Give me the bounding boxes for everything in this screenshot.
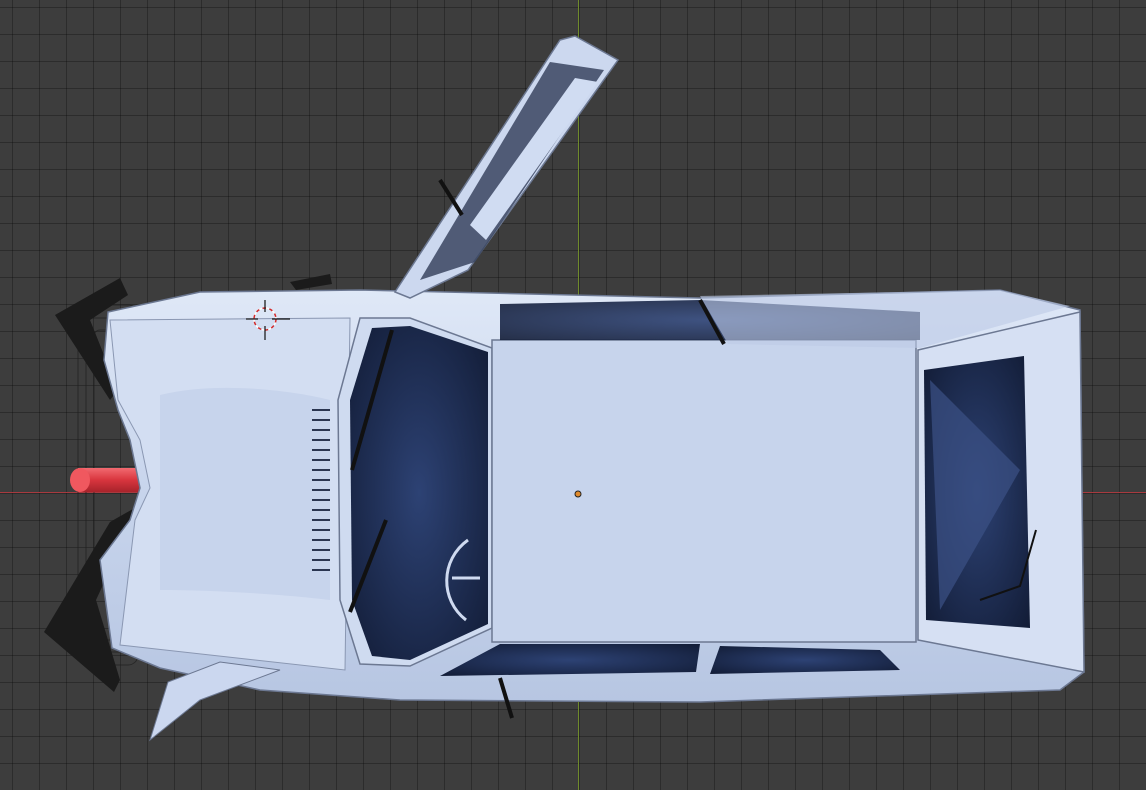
3d-viewport[interactable] (0, 0, 1146, 790)
windshield (337, 317, 493, 667)
front-fender-panel (149, 661, 281, 742)
open-door (393, 35, 620, 299)
scene-canvas[interactable] (0, 0, 1146, 790)
side-window-bottom (440, 644, 900, 676)
roof-panel (491, 339, 917, 643)
object-origin-dot[interactable] (574, 490, 582, 498)
rear-hatch (917, 311, 1085, 673)
exhaust-pipe (70, 468, 144, 492)
